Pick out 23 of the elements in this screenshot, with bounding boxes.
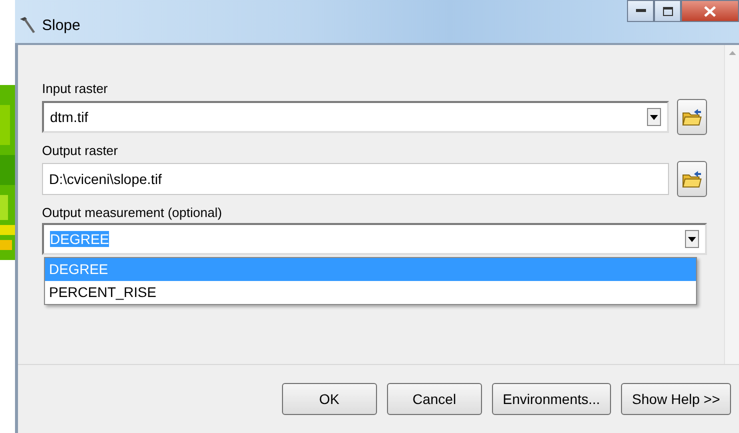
folder-icon [682,170,702,188]
minimize-button[interactable] [627,0,654,22]
field-label: Output measurement (optional) [42,205,223,220]
dialog-button[interactable]: Environments... [492,383,612,415]
browse-button[interactable] [677,161,707,197]
window-title: Slope [42,16,80,34]
dialog-button[interactable]: Cancel [386,383,482,415]
scrollbar[interactable] [724,45,739,364]
minimize-icon [636,9,646,13]
dialog-button[interactable]: Show Help >> [621,383,731,415]
close-icon [704,6,716,16]
hammer-icon [18,16,36,34]
dialog-button[interactable]: OK [282,383,377,415]
dropdown-field[interactable]: dtm.tif [42,101,669,133]
input-field[interactable]: D:\cviceni\slope.tif [42,163,669,195]
maximize-button[interactable] [654,0,681,22]
close-button[interactable] [681,0,739,22]
maximize-icon [662,6,672,16]
field-label: Input raster [42,81,109,96]
folder-icon [682,108,702,126]
dropdown-option[interactable]: PERCENT_RISE [45,281,696,304]
browse-button[interactable] [677,99,707,135]
field-label: Output raster [42,143,119,158]
